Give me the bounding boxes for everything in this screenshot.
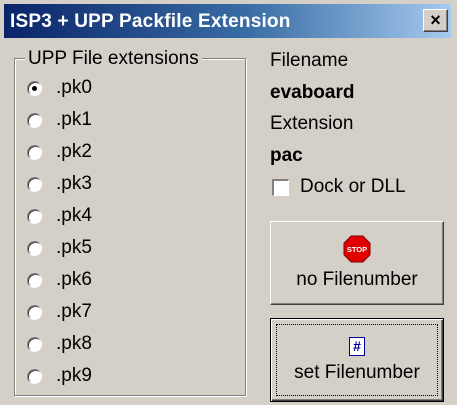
radio-label: .pk4: [56, 205, 92, 226]
filename-label: Filename: [270, 50, 349, 71]
close-button[interactable]: ×: [423, 9, 448, 32]
dock-or-dll-label: Dock or DLL: [300, 176, 406, 197]
radio-option-pk4[interactable]: .pk4: [27, 203, 92, 229]
no-filenumber-button[interactable]: STOP no Filenumber: [270, 221, 444, 305]
radio-label: .pk0: [56, 77, 92, 98]
extensions-group-label: UPP File extensions: [25, 48, 202, 70]
dock-or-dll-checkbox[interactable]: [272, 178, 289, 196]
radio-button[interactable]: [27, 144, 42, 160]
radio-button[interactable]: [27, 240, 42, 256]
radio-button[interactable]: [27, 272, 42, 288]
stop-icon: STOP: [343, 235, 371, 263]
radio-option-pk9[interactable]: .pk9: [27, 363, 92, 389]
radio-option-pk8[interactable]: .pk8: [27, 331, 92, 357]
radio-label: .pk9: [56, 365, 92, 386]
radio-label: .pk5: [56, 237, 92, 258]
window-title: ISP3 + UPP Packfile Extension: [10, 11, 291, 32]
radio-option-pk7[interactable]: .pk7: [27, 299, 92, 325]
extension-label: Extension: [270, 113, 354, 134]
radio-button[interactable]: [27, 112, 42, 128]
radio-option-pk2[interactable]: .pk2: [27, 139, 92, 165]
dock-or-dll-checkbox-row[interactable]: Dock or DLL: [272, 176, 406, 198]
close-icon: ×: [430, 10, 441, 30]
radio-option-pk6[interactable]: .pk6: [27, 267, 92, 293]
radio-button[interactable]: [27, 304, 42, 320]
focus-rect: [276, 324, 438, 396]
radio-option-pk0[interactable]: .pk0: [27, 75, 92, 101]
radio-button[interactable]: [27, 336, 42, 352]
no-filenumber-label: no Filenumber: [296, 269, 418, 290]
stop-icon-text: STOP: [347, 245, 367, 254]
radio-button[interactable]: [27, 368, 42, 384]
radio-label: .pk6: [56, 269, 92, 290]
radio-label: .pk1: [56, 109, 92, 130]
filename-value: evaboard: [270, 82, 355, 103]
radio-button[interactable]: [27, 208, 42, 224]
set-filenumber-button[interactable]: # set Filenumber: [270, 318, 444, 402]
radio-option-pk5[interactable]: .pk5: [27, 235, 92, 261]
radio-option-pk1[interactable]: .pk1: [27, 107, 92, 133]
radio-button[interactable]: [27, 176, 42, 192]
radio-option-pk3[interactable]: .pk3: [27, 171, 92, 197]
radio-label: .pk8: [56, 333, 92, 354]
radio-button[interactable]: [27, 80, 42, 96]
radio-label: .pk3: [56, 173, 92, 194]
dialog-window: ISP3 + UPP Packfile Extension × UPP File…: [0, 0, 457, 405]
radio-label: .pk2: [56, 141, 92, 162]
extension-value: pac: [270, 145, 303, 166]
radio-label: .pk7: [56, 301, 92, 322]
title-bar[interactable]: ISP3 + UPP Packfile Extension ×: [4, 4, 451, 38]
